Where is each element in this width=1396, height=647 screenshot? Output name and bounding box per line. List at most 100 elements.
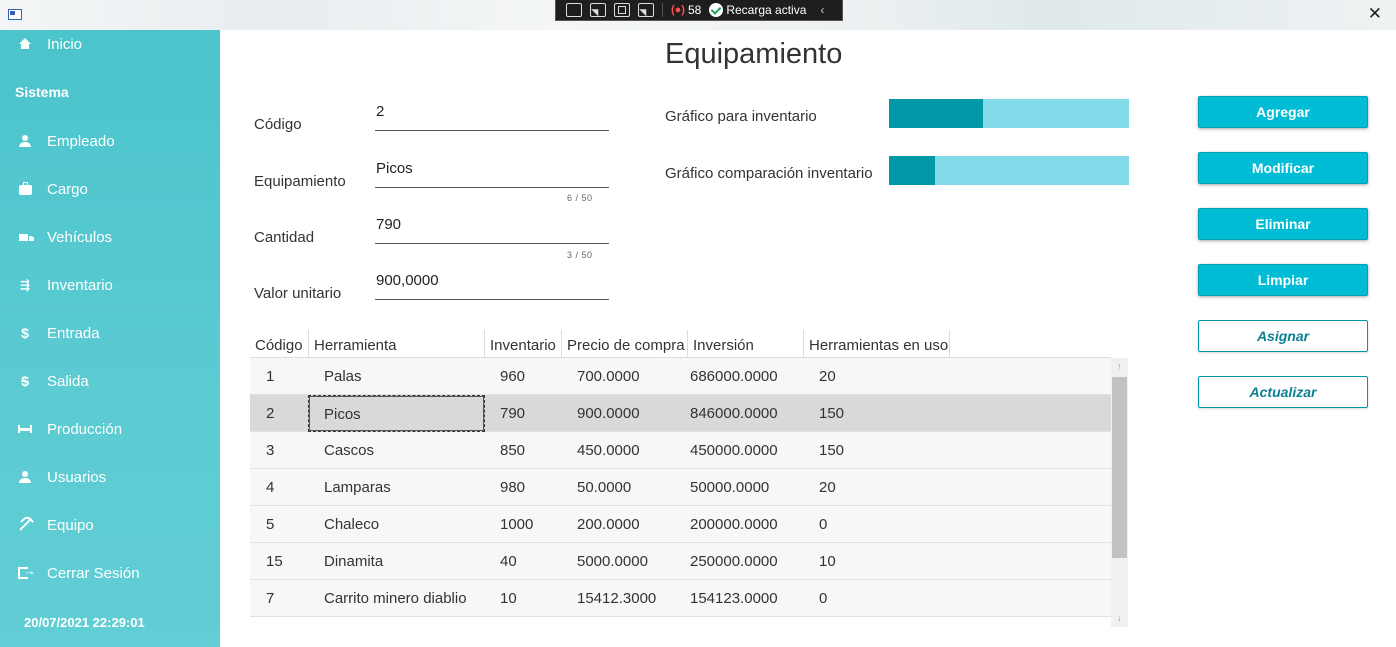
table-row[interactable]: 1 Palas 960 700.0000 686000.0000 20 [250,358,1111,395]
cell-inventario[interactable]: 790 [500,395,525,432]
actualizar-button[interactable]: Actualizar [1198,376,1368,408]
cell-codigo[interactable]: 3 [266,432,274,469]
cell-inventario[interactable]: 980 [500,469,525,506]
cell-inversion[interactable]: 450000.0000 [690,432,778,469]
cell-herramientas-uso[interactable]: 150 [819,432,844,469]
sidebar-item-produccion[interactable]: Producción [0,409,220,449]
cell-herramientas-uso[interactable]: 0 [819,580,827,617]
scroll-up-icon[interactable]: ↑ [1111,358,1128,375]
cell-herramienta[interactable]: Carrito minero diablio [324,580,467,617]
sidebar-item-vehiculos[interactable]: Vehículos [0,217,220,257]
cell-herramientas-uso[interactable]: 20 [819,469,836,506]
cell-inventario[interactable]: 960 [500,358,525,395]
sidebar-item-inventario[interactable]: ⇶ Inventario [0,265,220,305]
binding-failure-count: 58 [687,3,702,17]
cell-precio-compra[interactable]: 900.0000 [577,395,640,432]
limpiar-button[interactable]: Limpiar [1198,264,1368,296]
cell-herramienta[interactable]: Chaleco [324,506,379,543]
modificar-button[interactable]: Modificar [1198,152,1368,184]
equipamiento-field[interactable] [375,158,609,188]
scroll-down-icon[interactable]: ↓ [1111,610,1128,627]
vertical-scrollbar[interactable]: ↑ ↓ [1111,358,1128,627]
sidebar-item-salida[interactable]: $ Salida [0,361,220,401]
column-header-precio-compra[interactable]: Precio de compra [562,330,688,358]
hot-reload-status[interactable]: Recarga activa [709,3,806,17]
cell-herramienta[interactable]: Picos [308,395,485,432]
sidebar-item-inicio[interactable]: Inicio [0,24,220,64]
column-header-herramientas-uso[interactable]: Herramientas en uso [804,330,950,358]
cell-precio-compra[interactable]: 15412.3000 [577,580,656,617]
sidebar-item-label: Vehículos [47,228,113,246]
toolbar-divider [662,3,663,17]
cell-codigo[interactable]: 5 [266,506,274,543]
display-layout-adorners-icon[interactable] [614,3,630,17]
briefcase-icon [17,181,33,197]
valor-unitario-field[interactable] [375,270,609,300]
cell-precio-compra[interactable]: 200.0000 [577,506,640,543]
sidebar-item-entrada[interactable]: $ Entrada [0,313,220,353]
table-row[interactable]: 2 Picos 790 900.0000 846000.0000 150 [250,395,1111,432]
live-visual-tree-icon[interactable] [566,3,582,17]
cell-herramienta[interactable]: Cascos [324,432,374,469]
app-window-icon [8,9,22,20]
agregar-button[interactable]: Agregar [1198,96,1368,128]
cell-inversion[interactable]: 200000.0000 [690,506,778,543]
collapse-toolbar-icon[interactable]: ‹ [820,3,824,17]
cell-inversion[interactable]: 686000.0000 [690,358,778,395]
equipment-table: Código Herramienta Inventario Precio de … [250,330,1128,627]
table-row[interactable]: 15 Dinamita 40 5000.0000 250000.0000 10 [250,543,1111,580]
cell-inversion[interactable]: 250000.0000 [690,543,778,580]
cell-herramientas-uso[interactable]: 150 [819,395,844,432]
codigo-field[interactable] [375,101,609,131]
table-row[interactable]: 7 Carrito minero diablio 10 15412.3000 15412… [250,580,1111,617]
sidebar-item-equipo[interactable]: Equipo [0,505,220,545]
sidebar-item-label: Cerrar Sesión [47,564,140,582]
cell-precio-compra[interactable]: 5000.0000 [577,543,648,580]
binding-failures-indicator[interactable]: (●) 58 [671,3,701,17]
eliminar-button[interactable]: Eliminar [1198,208,1368,240]
cell-herramienta[interactable]: Palas [324,358,362,395]
cell-inventario[interactable]: 1000 [500,506,533,543]
cell-herramienta[interactable]: Lamparas [324,469,391,506]
cantidad-label: Cantidad [254,229,315,246]
cell-herramientas-uso[interactable]: 10 [819,543,836,580]
table-row[interactable]: 5 Chaleco 1000 200.0000 200000.0000 0 [250,506,1111,543]
column-header-codigo[interactable]: Código [250,330,309,358]
table-row[interactable]: 4 Lamparas 980 50.0000 50000.0000 20 [250,469,1111,506]
cell-precio-compra[interactable]: 700.0000 [577,358,640,395]
cell-inversion[interactable]: 154123.0000 [690,580,778,617]
cantidad-field[interactable] [375,214,609,244]
table-header: Código Herramienta Inventario Precio de … [250,330,1111,358]
scroll-thumb[interactable] [1112,377,1127,558]
cell-precio-compra[interactable]: 450.0000 [577,432,640,469]
cell-inversion[interactable]: 50000.0000 [690,469,769,506]
table-row[interactable]: 3 Cascos 850 450.0000 450000.0000 150 [250,432,1111,469]
cell-inventario[interactable]: 10 [500,580,517,617]
cell-codigo[interactable]: 15 [266,543,283,580]
cell-codigo[interactable]: 4 [266,469,274,506]
cell-inventario[interactable]: 850 [500,432,525,469]
column-header-inventario[interactable]: Inventario [485,330,562,358]
select-element-icon[interactable] [590,3,606,17]
cell-inversion[interactable]: 846000.0000 [690,395,778,432]
cell-herramientas-uso[interactable]: 0 [819,506,827,543]
sidebar-item-label: Salida [47,372,89,390]
cell-herramienta[interactable]: Dinamita [324,543,383,580]
inventario-chart-label: Gráfico para inventario [665,108,817,125]
cell-codigo[interactable]: 2 [266,395,274,432]
sidebar-item-cerrar-sesion[interactable]: Cerrar Sesión [0,553,220,593]
column-header-inversion[interactable]: Inversión [688,330,804,358]
sidebar-item-cargo[interactable]: Cargo [0,169,220,209]
sidebar-item-label: Equipo [47,516,94,534]
sidebar-item-empleado[interactable]: Empleado [0,121,220,161]
column-header-herramienta[interactable]: Herramienta [309,330,485,358]
cell-herramientas-uso[interactable]: 20 [819,358,836,395]
cell-inventario[interactable]: 40 [500,543,517,580]
cell-precio-compra[interactable]: 50.0000 [577,469,631,506]
track-focused-element-icon[interactable] [638,3,654,17]
cell-codigo[interactable]: 7 [266,580,274,617]
asignar-button[interactable]: Asignar [1198,320,1368,352]
sidebar-item-usuarios[interactable]: Usuarios [0,457,220,497]
cell-codigo[interactable]: 1 [266,358,274,395]
close-icon[interactable]: ✕ [1368,5,1382,23]
